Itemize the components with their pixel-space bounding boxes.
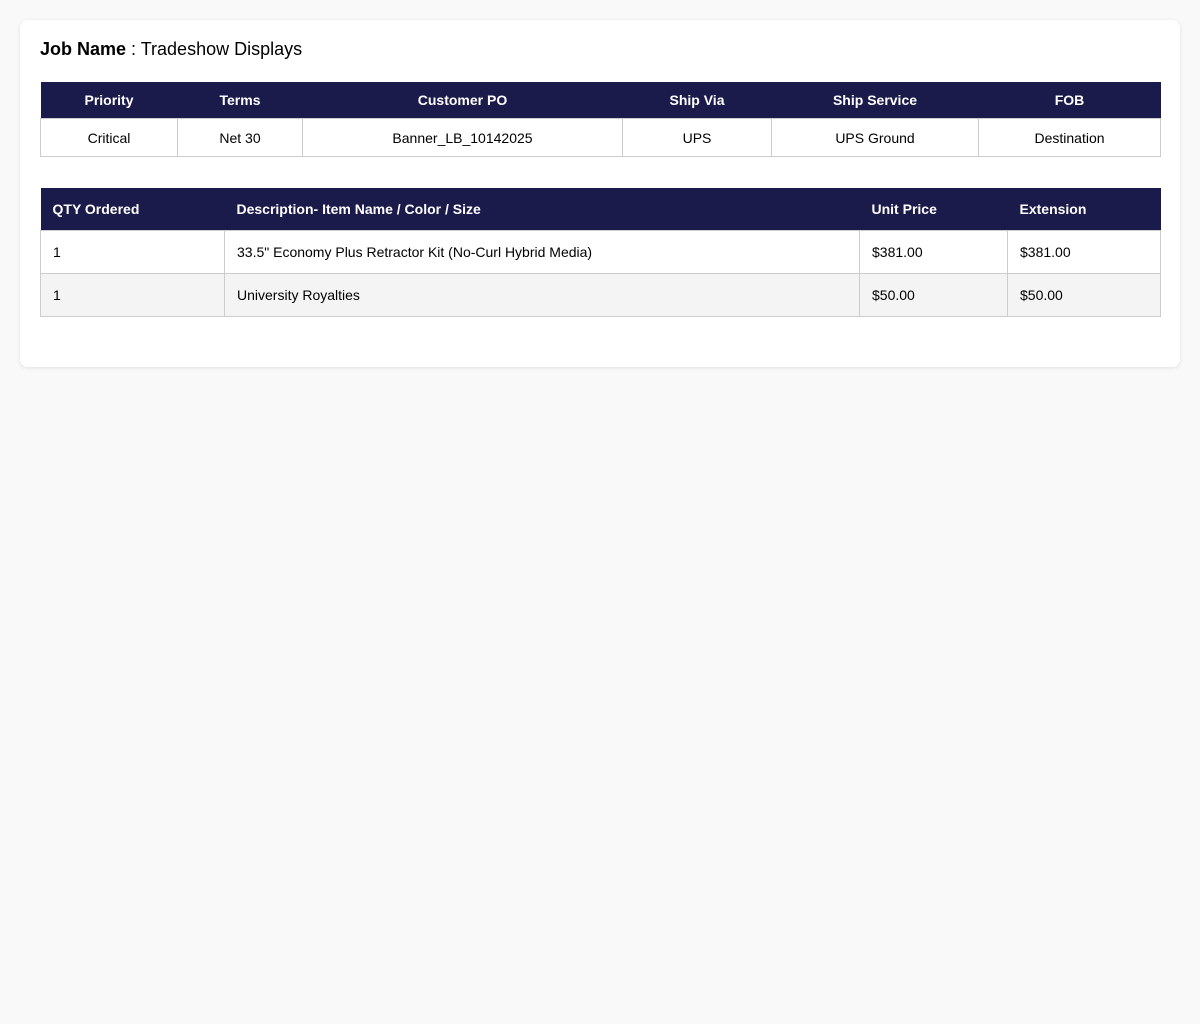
item-qty: 1 xyxy=(40,230,225,274)
items-header-description: Description- Item Name / Color / Size xyxy=(224,188,860,231)
shipping-ship-via-value: UPS xyxy=(622,118,772,157)
item-description: University Royalties xyxy=(224,273,860,317)
shipping-header-terms: Terms xyxy=(177,82,303,119)
shipping-terms-value: Net 30 xyxy=(177,118,303,157)
shipping-header-fob: FOB xyxy=(978,82,1161,119)
item-unit-price: $381.00 xyxy=(859,230,1008,274)
table-row: 1 University Royalties $50.00 $50.00 xyxy=(40,273,1161,317)
job-name-separator: : xyxy=(126,39,141,59)
items-header-unit-price: Unit Price xyxy=(859,188,1008,231)
shipping-value-row: Critical Net 30 Banner_LB_10142025 UPS U… xyxy=(40,118,1161,157)
order-card: Job Name : Tradeshow Displays Priority T… xyxy=(20,20,1180,367)
item-unit-price: $50.00 xyxy=(859,273,1008,317)
shipping-header-ship-via: Ship Via xyxy=(622,82,772,119)
item-extension: $381.00 xyxy=(1007,230,1161,274)
shipping-header-row: Priority Terms Customer PO Ship Via Ship… xyxy=(40,82,1161,119)
shipping-header-priority: Priority xyxy=(40,82,178,119)
shipping-priority-value: Critical xyxy=(40,118,178,157)
job-name-label: Job Name xyxy=(40,39,127,59)
shipping-info-table: Priority Terms Customer PO Ship Via Ship… xyxy=(40,82,1161,157)
shipping-fob-value: Destination xyxy=(978,118,1161,157)
items-header-row: QTY Ordered Description- Item Name / Col… xyxy=(40,188,1161,231)
items-header-extension: Extension xyxy=(1007,188,1161,231)
table-row: 1 33.5" Economy Plus Retractor Kit (No-C… xyxy=(40,230,1161,274)
job-name-line: Job Name : Tradeshow Displays xyxy=(40,38,302,60)
job-name-value: Tradeshow Displays xyxy=(140,39,303,59)
shipping-ship-service-value: UPS Ground xyxy=(771,118,979,157)
shipping-header-ship-service: Ship Service xyxy=(771,82,979,119)
line-items-table: QTY Ordered Description- Item Name / Col… xyxy=(40,188,1161,317)
item-extension: $50.00 xyxy=(1007,273,1161,317)
shipping-header-customer-po: Customer PO xyxy=(302,82,623,119)
items-header-qty: QTY Ordered xyxy=(40,188,225,231)
item-description: 33.5" Economy Plus Retractor Kit (No-Cur… xyxy=(224,230,860,274)
item-qty: 1 xyxy=(40,273,225,317)
shipping-customer-po-value: Banner_LB_10142025 xyxy=(302,118,623,157)
